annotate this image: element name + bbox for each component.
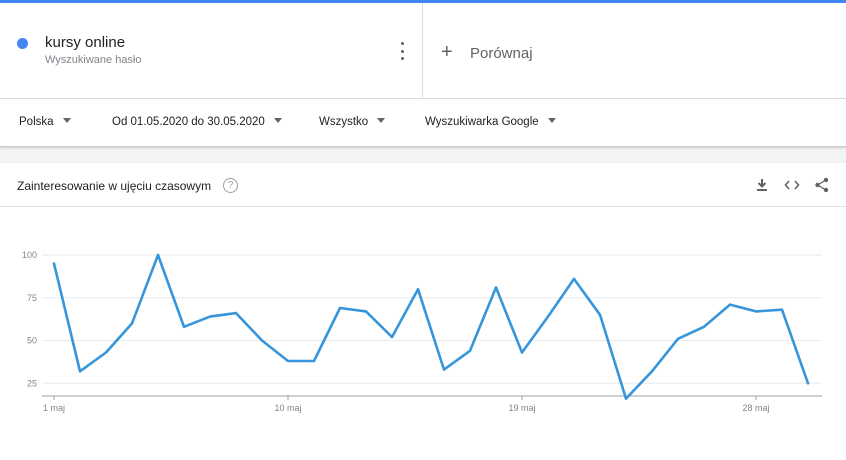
data-point — [520, 351, 524, 354]
data-point — [754, 310, 758, 313]
caret-down-icon — [273, 118, 282, 123]
category-dropdown[interactable]: Wszystko — [319, 116, 386, 128]
region-value: Polska — [19, 116, 54, 128]
x-tick-label: 19 maj — [508, 403, 535, 413]
card-header: Zainteresowanie w ujęciu czasowym ? — [0, 163, 846, 207]
more-options-icon[interactable] — [396, 42, 408, 60]
data-point — [806, 382, 810, 385]
download-icon[interactable] — [753, 176, 771, 194]
source-value: Wyszukiwarka Google — [425, 116, 539, 128]
region-dropdown[interactable]: Polska — [19, 116, 71, 128]
data-point — [286, 359, 290, 363]
data-point — [312, 359, 316, 363]
data-point — [208, 315, 212, 318]
data-point — [130, 322, 134, 325]
data-point — [572, 277, 576, 281]
category-value: Wszystko — [319, 116, 369, 128]
data-point — [468, 349, 472, 352]
y-tick-label: 25 — [27, 378, 37, 388]
data-point — [104, 351, 108, 354]
data-point — [182, 325, 186, 329]
data-point — [52, 262, 56, 265]
caret-down-icon — [547, 118, 556, 123]
data-point — [364, 310, 368, 313]
data-point — [78, 370, 82, 373]
y-tick-label: 75 — [27, 293, 37, 303]
embed-icon[interactable] — [783, 176, 801, 194]
data-point — [416, 288, 420, 291]
data-point — [390, 335, 394, 339]
data-point — [260, 339, 264, 342]
data-point — [494, 286, 498, 289]
series-line — [52, 253, 810, 400]
compare-button[interactable]: + Porównaj — [423, 3, 846, 98]
y-tick-label: 50 — [27, 336, 37, 346]
data-point — [338, 306, 342, 310]
help-icon[interactable]: ? — [223, 178, 238, 193]
term-name[interactable]: kursy online — [45, 34, 125, 51]
caret-down-icon — [62, 118, 71, 123]
caret-down-icon — [377, 118, 386, 123]
share-icon[interactable] — [813, 176, 831, 194]
source-dropdown[interactable]: Wyszukiwarka Google — [425, 116, 556, 128]
compare-label: Porównaj — [470, 45, 533, 62]
card-title: Zainteresowanie w ujęciu czasowym — [17, 179, 212, 193]
date-range-dropdown[interactable]: Od 01.05.2020 do 30.05.2020 — [112, 116, 282, 128]
data-point — [728, 303, 732, 306]
data-point — [780, 308, 784, 311]
interest-over-time-card: Zainteresowanie w ujęciu czasowym ? 25 50… — [0, 163, 846, 460]
data-point — [442, 368, 446, 371]
data-point — [156, 253, 160, 257]
interest-line-chart: 25 50 75 100 1 maj 10 maj 19 maj 28 maj — [22, 250, 822, 413]
plus-icon: + — [441, 41, 453, 63]
term-color-dot — [17, 38, 28, 49]
data-point — [650, 370, 654, 373]
data-point — [702, 325, 706, 329]
data-point — [598, 313, 602, 317]
data-point — [676, 337, 680, 340]
y-tick-label: 100 — [22, 250, 37, 260]
data-point — [234, 311, 238, 315]
search-term-card[interactable]: kursy online Wyszukiwane hasło — [0, 3, 423, 98]
data-point — [546, 315, 550, 318]
x-tick-label: 10 maj — [274, 403, 301, 413]
search-terms-bar: kursy online Wyszukiwane hasło + Porówna… — [0, 3, 846, 99]
term-subtitle: Wyszukiwane hasło — [45, 54, 142, 66]
data-point — [624, 397, 628, 400]
filters-bar: Polska Od 01.05.2020 do 30.05.2020 Wszys… — [0, 99, 846, 147]
x-tick-label: 1 maj — [43, 403, 65, 413]
date-range-value: Od 01.05.2020 do 30.05.2020 — [112, 116, 265, 128]
x-tick-label: 28 maj — [742, 403, 769, 413]
